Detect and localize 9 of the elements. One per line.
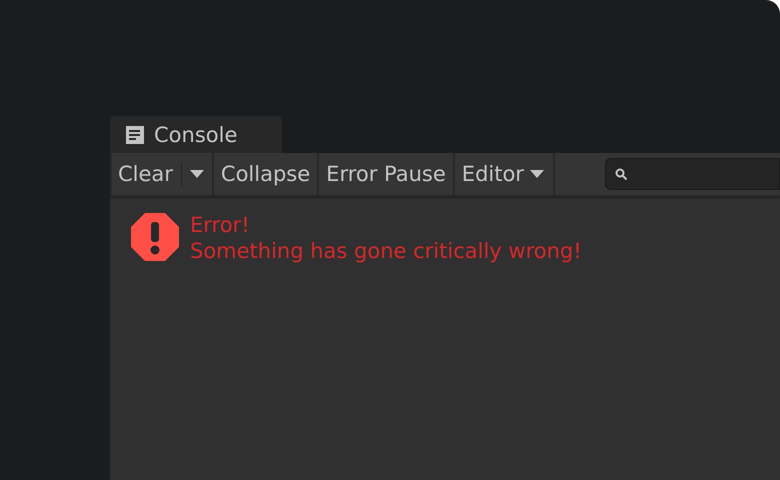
caret-icon: [530, 170, 544, 178]
document-icon: [125, 124, 145, 144]
error-icon: [130, 212, 180, 262]
search-field[interactable]: [604, 158, 780, 190]
log-message: Error!: [190, 212, 251, 238]
search-icon: [614, 168, 628, 180]
caret-icon: [190, 170, 204, 178]
console-tab[interactable]: Console: [110, 116, 282, 153]
log-message: Something has gone critically wrong!: [190, 238, 582, 264]
